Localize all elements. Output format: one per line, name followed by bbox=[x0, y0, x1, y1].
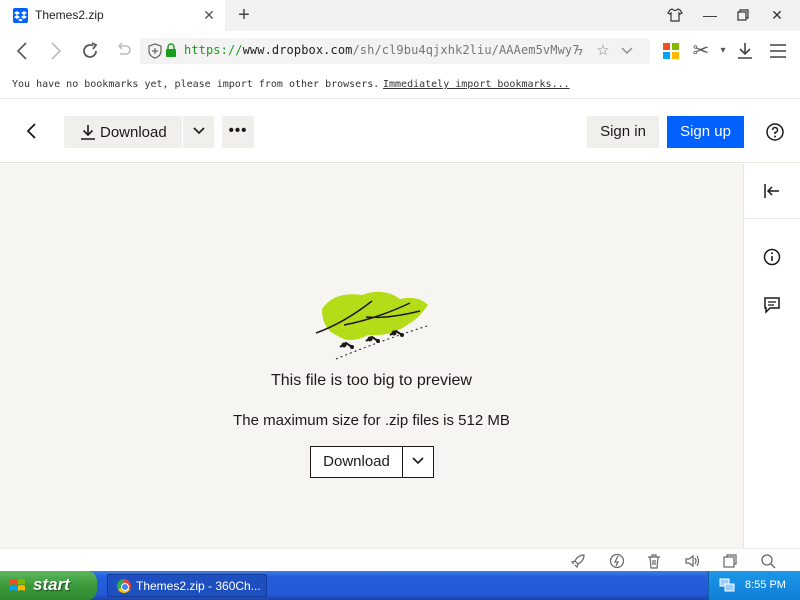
close-window-button[interactable]: ✕ bbox=[764, 4, 790, 26]
sign-in-button[interactable]: Sign in bbox=[587, 116, 659, 148]
shield-icon[interactable] bbox=[148, 43, 162, 64]
lock-icon[interactable] bbox=[165, 43, 177, 63]
preview-download-options-button[interactable] bbox=[402, 446, 434, 478]
star-icon[interactable]: ☆ bbox=[593, 41, 613, 61]
lightning-icon[interactable]: ϟ bbox=[569, 41, 589, 61]
restore-button[interactable] bbox=[730, 4, 756, 26]
browser-tab[interactable]: Themes2.zip ✕ bbox=[0, 0, 225, 31]
bookmarks-message: You have no bookmarks yet, please import… bbox=[12, 79, 380, 90]
bookmarks-bar: You have no bookmarks yet, please import… bbox=[0, 71, 800, 99]
preview-error-subtitle: The maximum size for .zip files is 512 M… bbox=[233, 412, 510, 429]
minimize-button[interactable]: — bbox=[697, 4, 723, 26]
back-arrow-icon[interactable] bbox=[20, 119, 44, 143]
leaf-illustration bbox=[314, 289, 432, 366]
search-icon[interactable] bbox=[759, 552, 777, 570]
browser-nav-bar: https://www.dropbox.com/sh/cl9bu4qjxhk2l… bbox=[0, 31, 800, 71]
comment-icon[interactable] bbox=[763, 296, 781, 314]
info-icon[interactable] bbox=[763, 248, 781, 266]
rocket-icon[interactable] bbox=[569, 552, 587, 570]
refresh-icon[interactable] bbox=[78, 39, 102, 63]
new-tab-button[interactable]: + bbox=[233, 4, 255, 26]
sidebar-divider bbox=[744, 218, 800, 219]
network-icon[interactable] bbox=[719, 578, 735, 593]
download-manager-icon[interactable] bbox=[733, 39, 757, 63]
speaker-icon[interactable] bbox=[683, 552, 701, 570]
trash-icon[interactable] bbox=[645, 552, 663, 570]
undo-icon[interactable] bbox=[112, 39, 136, 63]
windows-taskbar: start Themes2.zip - 360Ch... 8:55 PM bbox=[0, 571, 800, 600]
system-tray: 8:55 PM bbox=[708, 571, 800, 600]
right-sidebar bbox=[743, 164, 800, 548]
start-button[interactable]: start bbox=[0, 571, 97, 600]
forward-icon[interactable] bbox=[44, 39, 68, 63]
clock: 8:55 PM bbox=[745, 579, 786, 591]
dropbox-icon bbox=[13, 8, 28, 23]
collapse-panel-icon[interactable] bbox=[763, 182, 781, 200]
scissors-icon[interactable]: ✂ bbox=[689, 39, 713, 63]
menu-icon[interactable] bbox=[766, 39, 790, 63]
chevron-down-icon[interactable] bbox=[617, 41, 637, 61]
apps-grid-icon[interactable] bbox=[659, 39, 683, 63]
start-label: start bbox=[33, 575, 70, 594]
more-options-button[interactable]: ••• bbox=[222, 116, 254, 148]
task-label: Themes2.zip - 360Ch... bbox=[136, 579, 261, 593]
url-scheme: https:// bbox=[184, 43, 243, 57]
download-options-button[interactable] bbox=[182, 116, 214, 148]
chevron-down-icon bbox=[193, 127, 205, 135]
help-icon[interactable] bbox=[766, 123, 784, 141]
tab-title: Themes2.zip bbox=[35, 8, 104, 22]
back-icon[interactable] bbox=[10, 39, 34, 63]
chevron-down-icon bbox=[412, 457, 424, 465]
preview-area: This file is too big to preview The maxi… bbox=[0, 164, 743, 548]
accelerate-icon[interactable] bbox=[608, 552, 626, 570]
close-icon[interactable]: ✕ bbox=[200, 6, 218, 24]
url-text[interactable]: https://www.dropbox.com/sh/cl9bu4qjxhk2l… bbox=[184, 43, 580, 57]
taskbar-browser-task[interactable]: Themes2.zip - 360Ch... bbox=[107, 574, 267, 597]
download-label: Download bbox=[100, 124, 167, 141]
preview-download-button[interactable]: Download bbox=[310, 446, 403, 478]
import-bookmarks-link[interactable]: Immediately import bookmarks... bbox=[383, 79, 570, 90]
url-path: /sh/cl9bu4qjxhk2liu/AAAem5vMwy7 bbox=[352, 43, 580, 57]
browser-tab-bar: Themes2.zip ✕ + — ✕ bbox=[0, 0, 800, 31]
shirt-icon[interactable] bbox=[662, 4, 688, 26]
dropbox-header: Download ••• Sign in Sign up bbox=[0, 99, 800, 163]
preview-error-title: This file is too big to preview bbox=[271, 372, 472, 389]
sign-up-button[interactable]: Sign up bbox=[667, 116, 744, 148]
download-icon bbox=[80, 124, 96, 145]
download-button[interactable]: Download bbox=[64, 116, 182, 148]
address-bar[interactable]: https://www.dropbox.com/sh/cl9bu4qjxhk2l… bbox=[140, 38, 650, 64]
browser-status-bar bbox=[0, 548, 800, 571]
window-icon[interactable] bbox=[721, 552, 739, 570]
browser-app-icon bbox=[117, 579, 131, 593]
scissors-menu-caret-icon[interactable]: ▾ bbox=[711, 39, 735, 63]
url-host: www.dropbox.com bbox=[242, 43, 353, 57]
windows-logo-icon bbox=[9, 577, 26, 594]
